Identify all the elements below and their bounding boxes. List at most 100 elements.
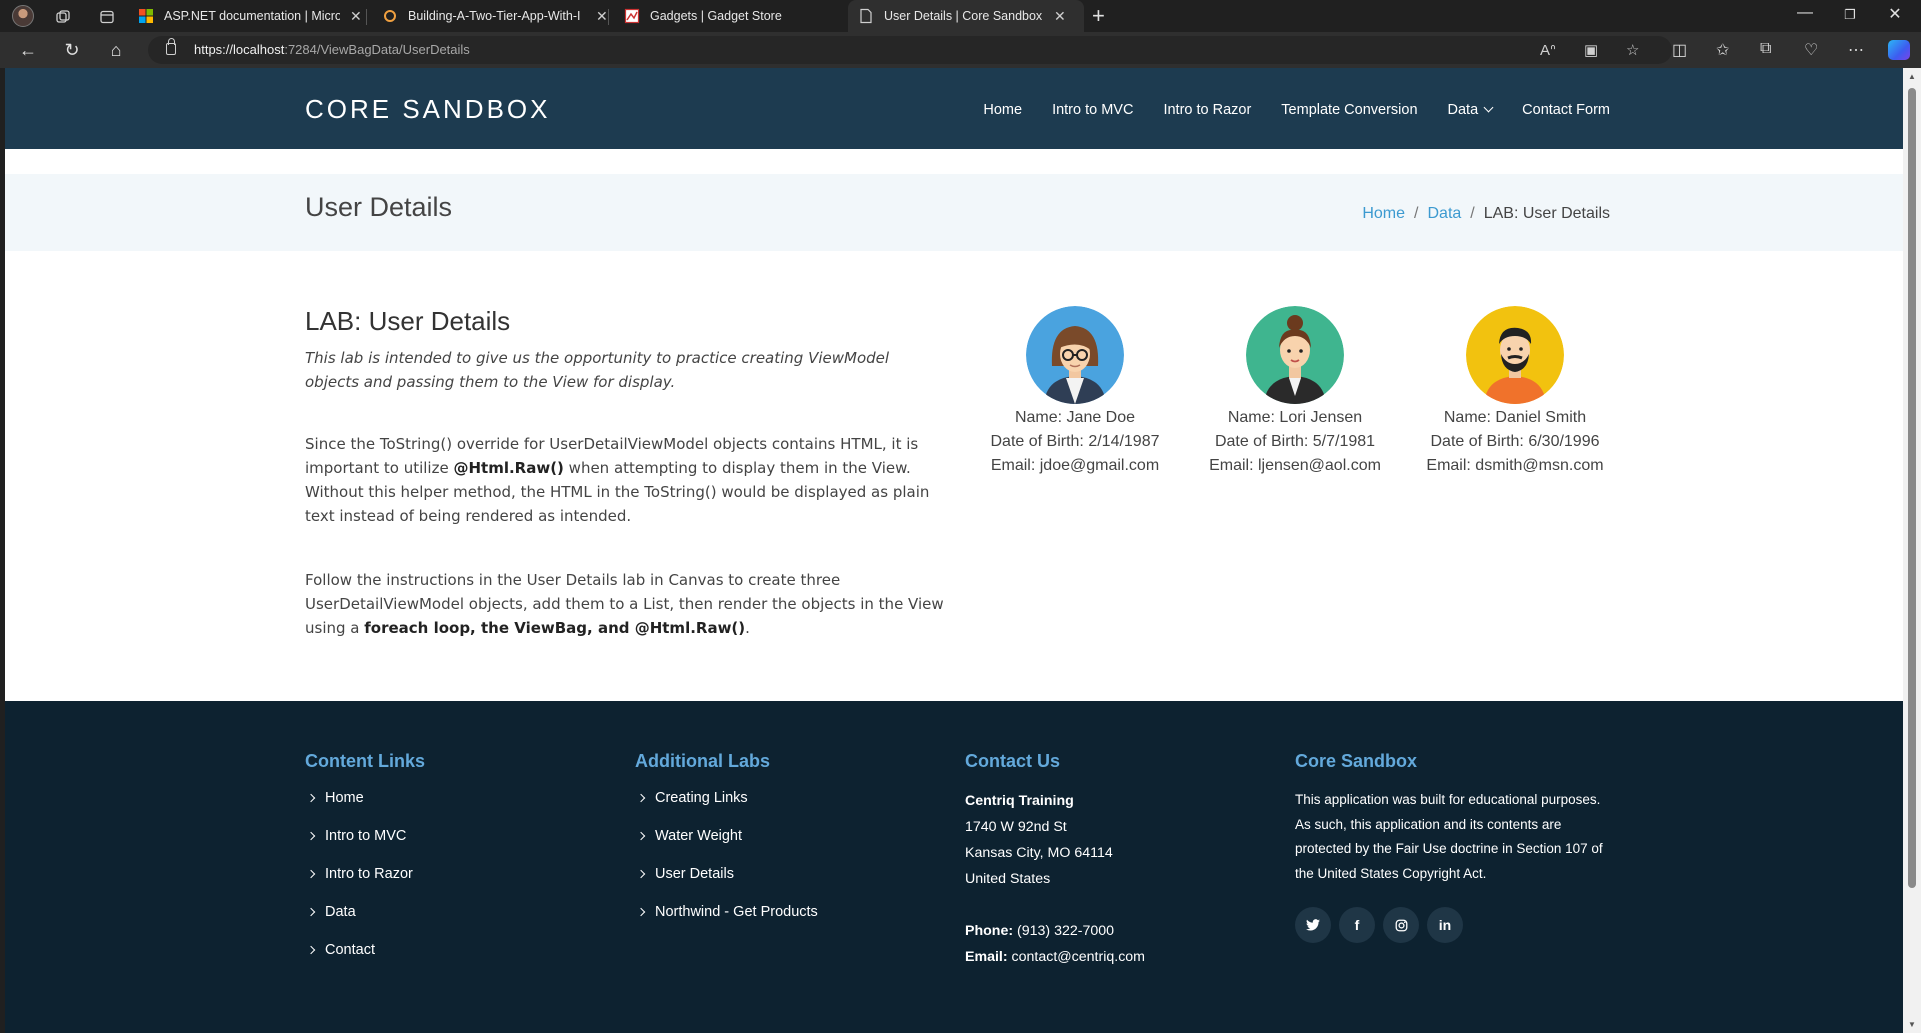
chevron-right-icon bbox=[306, 831, 316, 841]
user-dob: Date of Birth: 2/14/1987 bbox=[990, 433, 1160, 450]
scrollbar-thumb[interactable] bbox=[1908, 88, 1916, 888]
copilot-icon[interactable] bbox=[1888, 40, 1910, 60]
profile-avatar[interactable] bbox=[12, 5, 34, 27]
contact-email[interactable]: Email: contact@centriq.com bbox=[965, 944, 1145, 970]
new-tab-icon[interactable]: + bbox=[1092, 3, 1105, 29]
user-dob: Date of Birth: 6/30/1996 bbox=[1430, 433, 1600, 450]
page-title-bar: User Details Home / Data / LAB: User Details bbox=[5, 174, 1903, 251]
read-aloud-icon[interactable]: Aᐢ bbox=[1540, 41, 1556, 59]
footer-link-northwind[interactable]: Northwind - Get Products bbox=[635, 902, 818, 940]
favorite-star-icon[interactable]: ☆ bbox=[1626, 41, 1639, 59]
lab-paragraph: Follow the instructions in the User Deta… bbox=[305, 571, 944, 637]
refresh-icon[interactable]: ↻ bbox=[60, 39, 84, 63]
favorites-icon[interactable]: ✩ bbox=[1716, 40, 1729, 60]
linkedin-icon[interactable]: in bbox=[1427, 907, 1463, 943]
collections-icon[interactable]: ⧉ bbox=[1760, 40, 1771, 58]
nav-intro-mvc[interactable]: Intro to MVC bbox=[1052, 102, 1133, 118]
footer-heading: Contact Us bbox=[965, 751, 1061, 771]
close-tab-icon[interactable]: ✕ bbox=[1054, 8, 1066, 25]
chevron-down-icon bbox=[1483, 102, 1494, 113]
workspaces-icon[interactable] bbox=[52, 6, 74, 28]
user-name: Name: Jane Doe bbox=[1014, 409, 1136, 426]
minimize-icon[interactable]: — bbox=[1793, 4, 1817, 22]
tab-actions-icon[interactable] bbox=[96, 6, 118, 28]
footer-link-user-details[interactable]: User Details bbox=[635, 864, 818, 902]
microsoft-logo-icon bbox=[138, 8, 154, 24]
tab-favicon-icon bbox=[382, 8, 398, 24]
breadcrumb-data[interactable]: Data bbox=[1427, 205, 1461, 222]
footer-link-home[interactable]: Home bbox=[305, 788, 425, 826]
close-tab-icon[interactable]: ✕ bbox=[596, 8, 608, 25]
close-window-icon[interactable]: ✕ bbox=[1883, 4, 1907, 24]
contact-phone: Phone: (913) 322-7000 bbox=[965, 923, 1115, 939]
tab-title: ASP.NET documentation | Micros bbox=[164, 9, 340, 23]
breadcrumb-home[interactable]: Home bbox=[1362, 205, 1405, 222]
chevron-right-icon bbox=[306, 907, 316, 917]
main-nav: Home Intro to MVC Intro to Razor Templat… bbox=[983, 102, 1610, 118]
user-email: Email: dsmith@msn.com bbox=[1426, 457, 1604, 474]
lock-icon[interactable] bbox=[166, 38, 176, 55]
tab-building-two-tier[interactable]: Building-A-Two-Tier-App-With-I ✕ bbox=[372, 0, 618, 32]
lab-intro: This lab is intended to give us the oppo… bbox=[305, 349, 890, 391]
footer-link-intro-mvc[interactable]: Intro to MVC bbox=[305, 826, 425, 864]
chevron-right-icon bbox=[636, 793, 646, 803]
contact-address: Centriq Training 1740 W 92nd St Kansas C… bbox=[965, 788, 1145, 970]
instagram-icon[interactable] bbox=[1383, 907, 1419, 943]
tab-divider bbox=[608, 9, 609, 25]
footer-heading: Additional Labs bbox=[635, 751, 770, 771]
chevron-right-icon bbox=[306, 793, 316, 803]
url-text[interactable]: https://localhost:7284/ViewBagData/UserD… bbox=[194, 42, 470, 57]
breadcrumb-separator: / bbox=[1470, 205, 1475, 222]
nav-intro-razor[interactable]: Intro to Razor bbox=[1163, 102, 1251, 118]
breadcrumb-separator: / bbox=[1414, 205, 1419, 222]
page-icon bbox=[858, 8, 874, 24]
footer-link-intro-razor[interactable]: Intro to Razor bbox=[305, 864, 425, 902]
facebook-icon[interactable]: f bbox=[1339, 907, 1375, 943]
woman-glasses-avatar bbox=[1026, 306, 1124, 404]
immersive-reader-icon[interactable]: ▣ bbox=[1584, 41, 1598, 59]
twitter-icon[interactable] bbox=[1295, 907, 1331, 943]
chevron-right-icon bbox=[636, 907, 646, 917]
nav-contact-form[interactable]: Contact Form bbox=[1522, 102, 1610, 118]
chevron-right-icon bbox=[636, 831, 646, 841]
footer-additional-labs: Additional Labs Creating Links Water Wei… bbox=[635, 751, 818, 940]
scroll-down-icon[interactable]: ▼ bbox=[1908, 1020, 1916, 1029]
breadcrumb-current: LAB: User Details bbox=[1483, 205, 1610, 222]
browser-essentials-icon[interactable]: ♡ bbox=[1804, 40, 1818, 60]
tab-gadget-store[interactable]: Gadgets | Gadget Store ✕ bbox=[614, 0, 876, 32]
back-icon[interactable]: ← bbox=[16, 39, 40, 63]
site-footer: Content Links Home Intro to MVC Intro to… bbox=[5, 701, 1903, 1033]
woman-bun-avatar bbox=[1246, 306, 1344, 404]
tab-title: User Details | Core Sandbox bbox=[884, 9, 1043, 23]
more-menu-icon[interactable]: ⋯ bbox=[1848, 40, 1864, 60]
restore-icon[interactable]: ❐ bbox=[1838, 7, 1862, 23]
site-logo[interactable]: CORE SANDBOX bbox=[305, 94, 551, 125]
footer-link-water-weight[interactable]: Water Weight bbox=[635, 826, 818, 864]
close-tab-icon[interactable]: ✕ bbox=[350, 8, 362, 25]
tab-user-details[interactable]: User Details | Core Sandbox ✕ bbox=[848, 0, 1084, 32]
page-title: User Details bbox=[305, 192, 453, 222]
scroll-up-icon[interactable]: ▲ bbox=[1908, 72, 1916, 81]
nav-template-conversion[interactable]: Template Conversion bbox=[1281, 102, 1417, 118]
tab-title: Gadgets | Gadget Store bbox=[650, 9, 782, 23]
footer-content-links: Content Links Home Intro to MVC Intro to… bbox=[305, 751, 425, 978]
split-screen-icon[interactable]: ◫ bbox=[1672, 40, 1687, 60]
footer-link-contact[interactable]: Contact bbox=[305, 940, 425, 978]
footer-about: Core Sandbox This application was built … bbox=[1295, 751, 1605, 943]
footer-contact: Contact Us Centriq Training 1740 W 92nd … bbox=[965, 751, 1145, 970]
page-scrollbar[interactable]: ▲ ▼ bbox=[1903, 68, 1921, 1033]
nav-home[interactable]: Home bbox=[983, 102, 1022, 118]
chevron-right-icon bbox=[306, 945, 316, 955]
footer-link-data[interactable]: Data bbox=[305, 902, 425, 940]
address-bar: ← ↻ ⌂ https://localhost:7284/ViewBagData… bbox=[0, 32, 1921, 68]
chevron-right-icon bbox=[636, 869, 646, 879]
user-email: Email: ljensen@aol.com bbox=[1209, 457, 1381, 474]
home-icon[interactable]: ⌂ bbox=[104, 39, 128, 63]
user-name: Name: Lori Jensen bbox=[1227, 409, 1363, 426]
url-field[interactable]: https://localhost:7284/ViewBagData/UserD… bbox=[148, 36, 1672, 64]
tab-favicon-icon bbox=[624, 8, 640, 24]
footer-link-creating-links[interactable]: Creating Links bbox=[635, 788, 818, 826]
user-email: Email: jdoe@gmail.com bbox=[990, 457, 1160, 474]
tab-aspnet-docs[interactable]: ASP.NET documentation | Micros ✕ bbox=[128, 0, 372, 32]
nav-data-dropdown[interactable]: Data bbox=[1448, 102, 1494, 118]
